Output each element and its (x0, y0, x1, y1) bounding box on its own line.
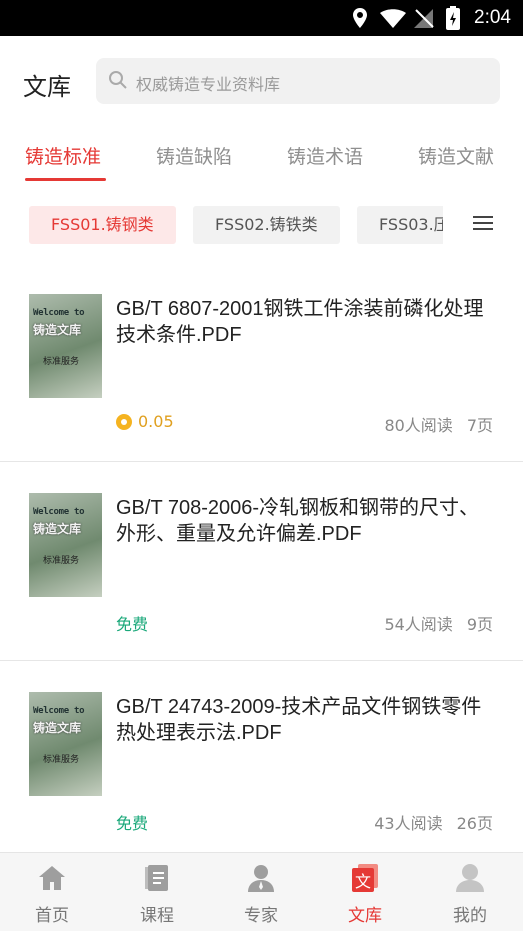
header: 文库 权威铸造专业资料库 (0, 36, 523, 128)
thumbnail-text: 铸造文库 (33, 721, 82, 735)
document-thumbnail: Welcome to 铸造文库 标准服务 (29, 493, 102, 597)
nav-label: 我的 (453, 906, 487, 926)
profile-icon (456, 864, 484, 892)
active-tab-indicator (25, 178, 106, 181)
tab-standards[interactable]: 铸造标准 (25, 142, 101, 169)
tab-terms[interactable]: 铸造术语 (287, 142, 363, 169)
chip-cast-steel[interactable]: FSS01.铸钢类 (29, 206, 176, 244)
list-item[interactable]: Welcome to 铸造文库 标准服务 GB/T 6807-2001钢铁工件涂… (0, 264, 523, 462)
status-time: 2:04 (474, 7, 511, 28)
document-title: GB/T 6807-2001钢铁工件涂装前磷化处理技术条件.PDF (116, 298, 484, 346)
signal-icon (414, 9, 434, 28)
nav-expert[interactable]: 专家 (209, 853, 313, 932)
menu-icon[interactable] (470, 212, 496, 238)
bottom-nav: 首页 课程 专家 文 文库 我的 (0, 852, 523, 931)
document-title: GB/T 24743-2009-技术产品文件钢铁零件热处理表示法.PDF (116, 696, 482, 744)
document-thumbnail: Welcome to 铸造文库 标准服务 (29, 294, 102, 398)
svg-text:文: 文 (355, 872, 371, 891)
search-placeholder: 权威铸造专业资料库 (136, 75, 281, 94)
page-title: 文库 (23, 73, 71, 101)
nav-label: 首页 (35, 906, 69, 926)
home-icon (39, 866, 65, 890)
library-icon: 文 (352, 864, 378, 892)
status-bar: 2:04 (0, 0, 523, 36)
chip-scroller[interactable]: FSS01.铸钢类 FSS02.铸铁类 FSS03.压 (29, 204, 443, 246)
category-tabs: 铸造标准 铸造缺陷 铸造术语 铸造文献 (0, 128, 523, 184)
read-count: 80人阅读 (384, 416, 453, 435)
coin-icon (116, 413, 132, 430)
nav-label: 课程 (140, 906, 174, 926)
tab-literature[interactable]: 铸造文献 (418, 142, 494, 169)
document-price: 免费 (116, 814, 149, 833)
thumbnail-text: Welcome to (33, 507, 85, 517)
price-value: 0.05 (138, 412, 174, 431)
tab-defects[interactable]: 铸造缺陷 (156, 142, 232, 169)
search-input[interactable]: 权威铸造专业资料库 (96, 58, 500, 104)
nav-label: 文库 (348, 906, 382, 926)
page-count: 7页 (466, 416, 493, 435)
document-price: 0.05 (116, 412, 174, 431)
list-item[interactable]: Welcome to 铸造文库 标准服务 GB/T 24743-2009-技术产… (0, 662, 523, 860)
course-icon (145, 865, 168, 891)
page-count: 26页 (456, 814, 493, 833)
page-count: 9页 (466, 615, 493, 634)
list-item[interactable]: Welcome to 铸造文库 标准服务 GB/T 708-2006-冷轧钢板和… (0, 463, 523, 661)
thumbnail-text: Welcome to (33, 308, 85, 318)
thumbnail-text: 标准服务 (43, 357, 80, 367)
nav-home[interactable]: 首页 (0, 853, 104, 932)
read-count: 54人阅读 (384, 615, 453, 634)
chip-fss03[interactable]: FSS03.压 (357, 206, 443, 244)
document-meta: 54人阅读 9页 (384, 611, 493, 635)
read-count: 43人阅读 (374, 814, 443, 833)
wifi-icon (380, 9, 406, 28)
filter-chips: FSS01.铸钢类 FSS02.铸铁类 FSS03.压 (0, 204, 523, 246)
document-title: GB/T 708-2006-冷轧钢板和钢带的尺寸、外形、重量及允许偏差.PDF (116, 497, 480, 545)
thumbnail-text: 标准服务 (43, 755, 80, 765)
search-icon (109, 71, 127, 89)
nav-profile[interactable]: 我的 (418, 853, 522, 932)
chip-cast-iron[interactable]: FSS02.铸铁类 (193, 206, 340, 244)
expert-icon (248, 865, 274, 892)
thumbnail-text: 铸造文库 (33, 323, 82, 337)
thumbnail-text: Welcome to (33, 706, 85, 716)
nav-library[interactable]: 文 文库 (313, 853, 417, 932)
thumbnail-text: 标准服务 (43, 556, 80, 566)
document-price: 免费 (116, 615, 149, 634)
battery-icon (446, 6, 460, 30)
thumbnail-text: 铸造文库 (33, 522, 82, 536)
nav-label: 专家 (244, 906, 278, 926)
document-thumbnail: Welcome to 铸造文库 标准服务 (29, 692, 102, 796)
document-meta: 80人阅读 7页 (384, 412, 493, 436)
nav-course[interactable]: 课程 (105, 853, 209, 932)
document-meta: 43人阅读 26页 (374, 810, 493, 834)
location-icon (353, 8, 367, 28)
